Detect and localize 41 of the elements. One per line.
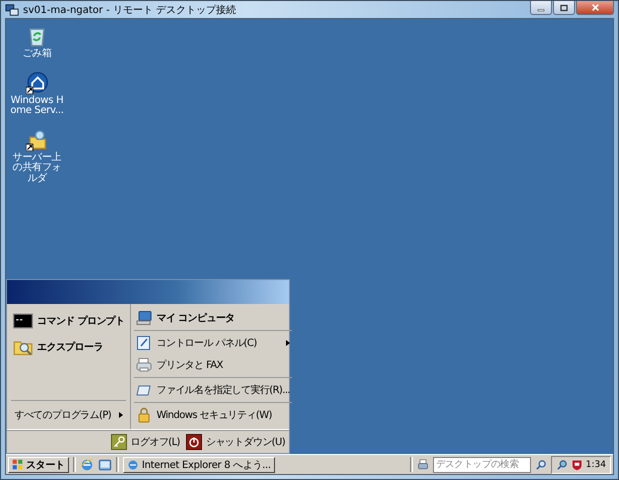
remote-desktop-icon bbox=[5, 2, 19, 16]
padlock-icon bbox=[136, 407, 152, 423]
magnifier-icon[interactable] bbox=[556, 458, 568, 470]
menu-item[interactable]: マイ コンピュータ bbox=[156, 311, 235, 325]
windows-flag-icon bbox=[12, 459, 23, 470]
desktop-icon-label[interactable]: ごみ箱 bbox=[8, 49, 66, 60]
browser-e-icon bbox=[126, 458, 139, 470]
control-panel-icon bbox=[136, 335, 152, 351]
power-icon[interactable] bbox=[186, 434, 202, 450]
menu-item[interactable]: プリンタと FAX bbox=[156, 358, 223, 372]
menu-item[interactable]: Windows セキュリティ(W) bbox=[156, 408, 272, 422]
house-shortcut-icon[interactable] bbox=[26, 72, 48, 94]
shutdown-item[interactable]: シャットダウン(U) bbox=[206, 435, 285, 449]
menu-item[interactable]: ファイル名を指定して実行(R)... bbox=[156, 383, 290, 397]
close-icon bbox=[590, 3, 600, 12]
clock[interactable]: 1:34 bbox=[586, 460, 606, 470]
maximize-button[interactable] bbox=[553, 1, 575, 15]
desktop-search-field[interactable]: デスクトップの検索 bbox=[432, 456, 531, 472]
minimize-button[interactable] bbox=[530, 1, 552, 15]
search-icon[interactable] bbox=[534, 458, 547, 470]
shared-folder-icon[interactable] bbox=[26, 128, 48, 150]
printer-icon[interactable] bbox=[416, 458, 429, 470]
restore-icon bbox=[560, 4, 568, 12]
start-button[interactable]: スタート bbox=[8, 456, 69, 472]
menu-item[interactable]: コントロール パネル(C) bbox=[156, 336, 257, 350]
desktop-icon-label[interactable]: Windows Home Serv... bbox=[8, 96, 66, 116]
logoff-item[interactable]: ログオフ(L) bbox=[130, 435, 180, 449]
printer-icon bbox=[136, 357, 152, 373]
desktop-icon-label[interactable]: サーバー上の共有フォルダ bbox=[8, 152, 66, 184]
shield-icon[interactable] bbox=[570, 458, 583, 470]
window-title: sv01-ma-ngator - リモート デスクトップ接続 bbox=[23, 4, 238, 16]
command-prompt-icon bbox=[13, 311, 33, 331]
all-programs-item[interactable]: すべてのプログラム(P) bbox=[14, 408, 112, 422]
computer-icon bbox=[136, 310, 152, 326]
browser-e-icon[interactable] bbox=[80, 458, 94, 472]
key-icon[interactable] bbox=[110, 434, 127, 450]
close-button[interactable] bbox=[576, 1, 614, 15]
menu-item[interactable]: コマンド プロンプト bbox=[37, 314, 124, 328]
menu-item[interactable]: エクスプローラ bbox=[37, 340, 103, 354]
taskbar-button[interactable]: Internet Explorer 8 へよう... bbox=[122, 456, 275, 472]
show-desktop-icon[interactable] bbox=[98, 458, 112, 472]
